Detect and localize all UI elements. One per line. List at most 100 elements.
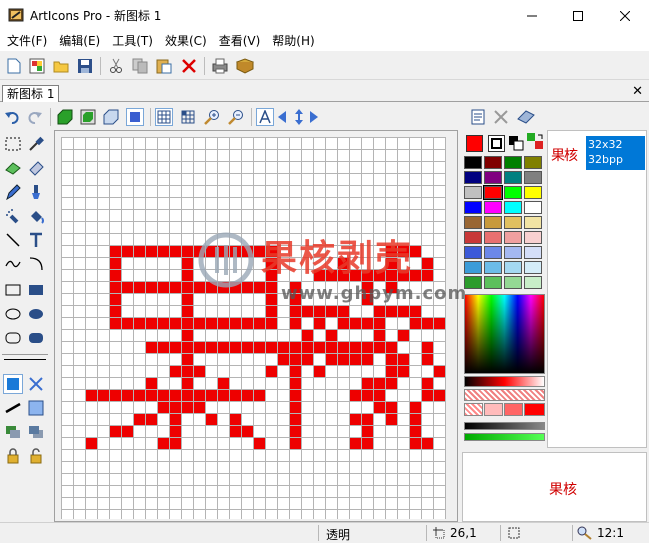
alpha-swatch-2[interactable]: [484, 403, 503, 416]
pixel[interactable]: [193, 365, 205, 377]
color-swatch[interactable]: [484, 231, 502, 244]
new-file-icon[interactable]: [5, 57, 23, 75]
pixel[interactable]: [193, 389, 205, 401]
zoom-in-icon[interactable]: [203, 108, 221, 126]
pixel[interactable]: [337, 353, 349, 365]
alpha-swatch-1[interactable]: [464, 403, 483, 416]
zoom-out-icon[interactable]: [227, 108, 245, 126]
pixel[interactable]: [181, 353, 193, 365]
pixel-canvas[interactable]: [61, 137, 446, 519]
pixel[interactable]: [157, 389, 169, 401]
alpha-swatch-4[interactable]: [524, 403, 545, 416]
color-swatch[interactable]: [484, 246, 502, 259]
color-swatch[interactable]: [524, 201, 542, 214]
pixel[interactable]: [289, 377, 301, 389]
pixel[interactable]: [181, 377, 193, 389]
pixel[interactable]: [121, 389, 133, 401]
pixel[interactable]: [217, 317, 229, 329]
pixel[interactable]: [169, 317, 181, 329]
line-icon[interactable]: [3, 230, 23, 250]
pixel[interactable]: [109, 269, 121, 281]
pixel[interactable]: [109, 389, 121, 401]
menu-view[interactable]: 查看(V): [212, 31, 266, 51]
transparent-swatch[interactable]: [488, 135, 505, 152]
pixel[interactable]: [241, 341, 253, 353]
fill-bucket-icon[interactable]: [26, 206, 46, 226]
color-swatch[interactable]: [524, 171, 542, 184]
pixel[interactable]: [241, 389, 253, 401]
pixel[interactable]: [85, 389, 97, 401]
color-swatch[interactable]: [464, 276, 482, 289]
inverse-color-icon[interactable]: [508, 135, 524, 151]
pixel[interactable]: [385, 341, 397, 353]
pixel[interactable]: [241, 317, 253, 329]
pixel[interactable]: [181, 401, 193, 413]
no-color-icon[interactable]: [492, 108, 510, 126]
color-swatch[interactable]: [524, 261, 542, 274]
pixel[interactable]: [193, 341, 205, 353]
pixel[interactable]: [373, 401, 385, 413]
pixel[interactable]: [169, 413, 181, 425]
pixel[interactable]: [145, 317, 157, 329]
frame-3d-icon[interactable]: [102, 108, 120, 126]
color-swatch[interactable]: [504, 216, 522, 229]
pixel[interactable]: [421, 341, 433, 353]
format-item-selected[interactable]: 32x32 32bpp: [586, 136, 645, 170]
eraser-icon[interactable]: [3, 158, 23, 178]
color-swatch[interactable]: [504, 231, 522, 244]
pixel[interactable]: [301, 341, 313, 353]
pixel[interactable]: [181, 281, 193, 293]
color-swatch[interactable]: [504, 201, 522, 214]
pixel[interactable]: [349, 353, 361, 365]
pixel[interactable]: [169, 245, 181, 257]
save-icon[interactable]: [76, 57, 94, 75]
color-swatch[interactable]: [524, 276, 542, 289]
pixel-grid-icon[interactable]: [179, 108, 197, 126]
pixel[interactable]: [145, 389, 157, 401]
pixel[interactable]: [433, 389, 445, 401]
color-swatch[interactable]: [483, 185, 503, 200]
pixel[interactable]: [181, 269, 193, 281]
pixel[interactable]: [85, 437, 97, 449]
pixel[interactable]: [361, 413, 373, 425]
pixel[interactable]: [121, 317, 133, 329]
pixel[interactable]: [265, 341, 277, 353]
menu-tools[interactable]: 工具(T): [105, 31, 158, 51]
pixel[interactable]: [181, 257, 193, 269]
brush-icon[interactable]: [26, 182, 46, 202]
eraser-color-icon[interactable]: [517, 108, 535, 126]
pixel[interactable]: [253, 437, 265, 449]
antialias-line-icon[interactable]: [3, 398, 23, 418]
layer-up-icon[interactable]: [26, 422, 46, 442]
pencil-icon[interactable]: [3, 182, 23, 202]
pixel[interactable]: [157, 401, 169, 413]
pixel[interactable]: [289, 437, 301, 449]
open-folder-icon[interactable]: [52, 57, 70, 75]
fill-mode-icon[interactable]: [3, 374, 23, 394]
select-rect-icon[interactable]: [3, 134, 23, 154]
shadow-icon[interactable]: [126, 108, 144, 126]
help-book-icon[interactable]: [236, 57, 254, 75]
pixel[interactable]: [361, 437, 373, 449]
pixel[interactable]: [337, 341, 349, 353]
tab-close-icon[interactable]: ✕: [632, 84, 643, 99]
color-swatch[interactable]: [464, 261, 482, 274]
airbrush-icon[interactable]: [3, 206, 23, 226]
pixel[interactable]: [217, 341, 229, 353]
delete-icon[interactable]: [180, 57, 198, 75]
pixel[interactable]: [193, 317, 205, 329]
pixel[interactable]: [169, 437, 181, 449]
pixel[interactable]: [157, 245, 169, 257]
color-swatch[interactable]: [504, 156, 522, 169]
pixel[interactable]: [385, 377, 397, 389]
pixel[interactable]: [253, 389, 265, 401]
pixel[interactable]: [181, 245, 193, 257]
alpha-swatch-3[interactable]: [504, 403, 523, 416]
green-slider[interactable]: [464, 433, 545, 441]
pixel[interactable]: [169, 425, 181, 437]
pixel[interactable]: [277, 341, 289, 353]
pixel[interactable]: [217, 389, 229, 401]
cut-icon[interactable]: [107, 57, 125, 75]
pixel[interactable]: [217, 377, 229, 389]
pixel[interactable]: [169, 401, 181, 413]
